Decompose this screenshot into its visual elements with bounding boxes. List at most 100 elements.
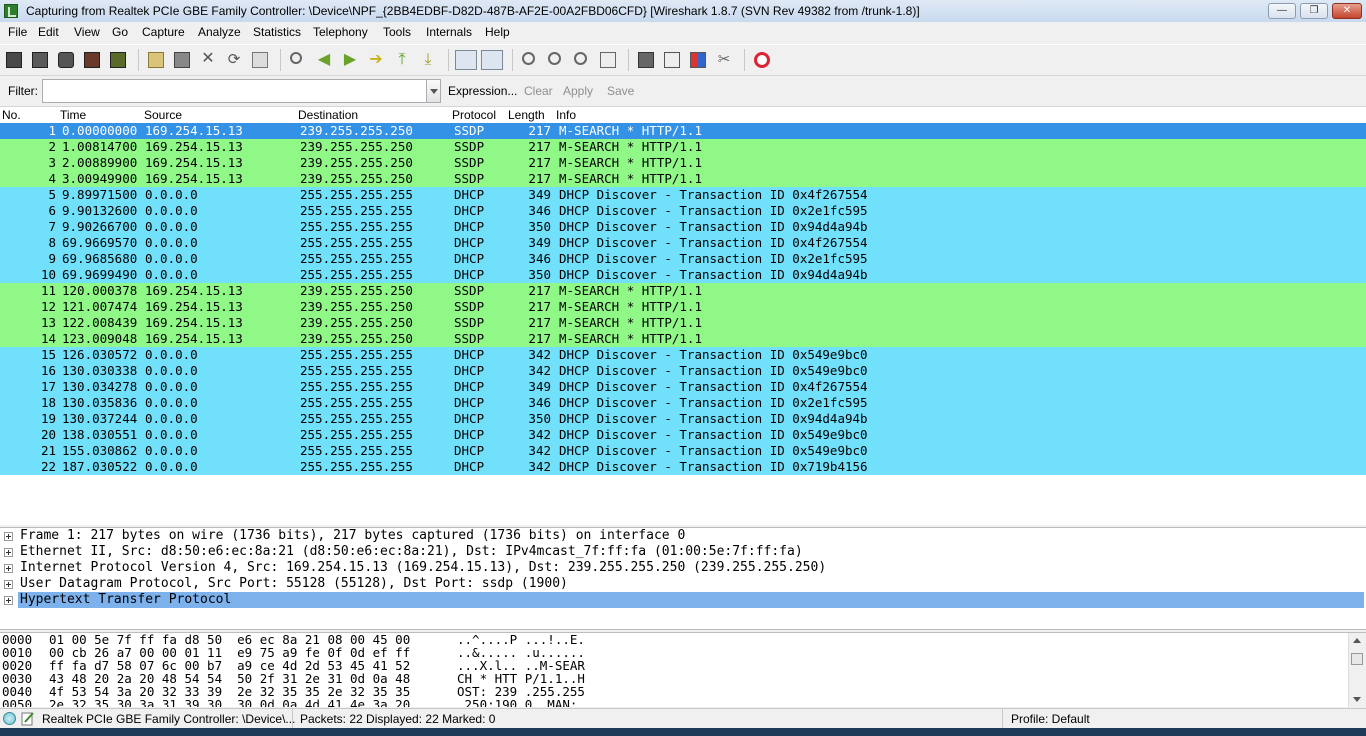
packet-row[interactable]: 21 155.030862 0.0.0.0 255.255.255.255 DHCP 34… <box>0 443 1366 459</box>
detail-tree-item[interactable]: Ethernet II, Src: d8:50:e6:ec:8a:21 (d8:… <box>0 544 1366 560</box>
clear-button[interactable]: Clear <box>524 84 553 98</box>
interfaces-icon[interactable] <box>6 52 22 68</box>
expand-plus-icon[interactable] <box>4 564 13 573</box>
menu-statistics[interactable]: Statistics <box>253 25 301 39</box>
packet-details-pane[interactable]: Frame 1: 217 bytes on wire (1736 bits), … <box>0 527 1366 630</box>
packet-row[interactable]: 18 130.035836 0.0.0.0 255.255.255.255 DHCP 34… <box>0 395 1366 411</box>
stop-capture-icon[interactable] <box>84 52 100 68</box>
bytes-row[interactable]: 0050 2e 32 35 30 3a 31 39 30 30 0d 0a 4d … <box>0 698 1366 707</box>
packet-list-pane[interactable]: No. Time Source Destination Protocol Len… <box>0 107 1366 525</box>
column-header-source[interactable]: Source <box>144 108 182 122</box>
packet-row[interactable]: 13 122.008439 169.254.15.13 239.255.255.250… <box>0 315 1366 331</box>
scroll-down-icon[interactable] <box>1353 697 1361 702</box>
go-back-icon[interactable]: ◀ <box>316 52 332 68</box>
colorize-icon[interactable] <box>455 50 477 70</box>
packet-row[interactable]: 14 123.009048 169.254.15.13 239.255.255.250… <box>0 331 1366 347</box>
expert-info-icon[interactable] <box>3 712 16 725</box>
detail-tree-item[interactable]: Internet Protocol Version 4, Src: 169.25… <box>0 560 1366 576</box>
find-packet-icon[interactable] <box>290 52 302 64</box>
go-first-icon[interactable]: ⤒ <box>394 52 410 68</box>
go-last-icon[interactable]: ⤓ <box>420 52 436 68</box>
menu-view[interactable]: View <box>74 25 100 39</box>
menu-help[interactable]: Help <box>485 25 510 39</box>
detail-tree-label: Frame 1: 217 bytes on wire (1736 bits), … <box>20 528 686 543</box>
packet-row[interactable]: 17 130.034278 0.0.0.0 255.255.255.255 DHCP 34… <box>0 379 1366 395</box>
packet-row[interactable]: 5 9.89971500 0.0.0.0 255.255.255.255 DHCP 349… <box>0 187 1366 203</box>
detail-tree-item[interactable]: Frame 1: 217 bytes on wire (1736 bits), … <box>0 528 1366 544</box>
save-filter-button[interactable]: Save <box>607 84 634 98</box>
maximize-button[interactable]: ❐ <box>1300 3 1328 19</box>
go-to-packet-icon[interactable]: ➔ <box>368 52 384 68</box>
capture-options-icon[interactable] <box>32 52 48 68</box>
zoom-normal-icon[interactable] <box>574 52 587 65</box>
packet-row[interactable]: 19 130.037244 0.0.0.0 255.255.255.255 DHCP 35… <box>0 411 1366 427</box>
auto-scroll-icon[interactable] <box>481 50 503 70</box>
filter-input[interactable] <box>42 79 427 103</box>
packet-row[interactable]: 12 121.007474 169.254.15.13 239.255.255.250… <box>0 299 1366 315</box>
print-icon[interactable] <box>252 52 268 68</box>
coloring-rules-icon[interactable] <box>690 52 706 68</box>
filter-history-dropdown[interactable] <box>426 79 441 103</box>
packet-row[interactable]: 9 69.9685680 0.0.0.0 255.255.255.255 DHCP 346… <box>0 251 1366 267</box>
close-button[interactable]: ✕ <box>1332 3 1362 19</box>
preferences-icon[interactable]: ✂ <box>716 52 732 68</box>
packet-row[interactable]: 6 9.90132600 0.0.0.0 255.255.255.255 DHCP 346… <box>0 203 1366 219</box>
packet-row[interactable]: 20 138.030551 0.0.0.0 255.255.255.255 DHCP 34… <box>0 427 1366 443</box>
expand-plus-icon[interactable] <box>4 532 13 541</box>
menu-telephony[interactable]: Telephony <box>313 25 368 39</box>
packet-bytes-pane[interactable]: 0000 01 00 5e 7f ff fa d8 50 e6 ec 8a 21 … <box>0 632 1366 707</box>
column-header-length[interactable]: Length <box>508 108 545 122</box>
detail-tree-item[interactable]: User Datagram Protocol, Src Port: 55128 … <box>0 576 1366 592</box>
packet-row[interactable]: 3 2.00889900 169.254.15.13 239.255.255.250 S… <box>0 155 1366 171</box>
packet-row[interactable]: 4 3.00949900 169.254.15.13 239.255.255.250 S… <box>0 171 1366 187</box>
packet-row[interactable]: 22 187.030522 0.0.0.0 255.255.255.255 DHCP 34… <box>0 459 1366 475</box>
apply-button[interactable]: Apply <box>563 84 593 98</box>
display-filters-icon[interactable] <box>664 52 680 68</box>
close-file-icon[interactable]: ✕ <box>200 51 216 68</box>
expand-plus-icon[interactable] <box>4 596 13 605</box>
zoom-out-icon[interactable] <box>548 52 561 65</box>
menu-capture[interactable]: Capture <box>142 25 185 39</box>
column-header-protocol[interactable]: Protocol <box>452 108 496 122</box>
start-capture-icon[interactable] <box>58 52 74 68</box>
packet-row[interactable]: 16 130.030338 0.0.0.0 255.255.255.255 DHCP 34… <box>0 363 1366 379</box>
packet-row[interactable]: 1 0.00000000 169.254.15.13 239.255.255.250 S… <box>0 123 1366 139</box>
column-header-time[interactable]: Time <box>60 108 86 122</box>
resize-columns-icon[interactable] <box>600 52 616 68</box>
expand-plus-icon[interactable] <box>4 548 13 557</box>
minimize-button[interactable]: — <box>1268 3 1296 19</box>
menu-go[interactable]: Go <box>112 25 128 39</box>
packet-row[interactable]: 15 126.030572 0.0.0.0 255.255.255.255 DHCP 34… <box>0 347 1366 363</box>
menu-edit[interactable]: Edit <box>38 25 59 39</box>
packet-row[interactable]: 11 120.000378 169.254.15.13 239.255.255.250… <box>0 283 1366 299</box>
scroll-up-icon[interactable] <box>1353 638 1361 643</box>
scroll-thumb[interactable] <box>1351 653 1363 665</box>
packet-row[interactable]: 2 1.00814700 169.254.15.13 239.255.255.250 S… <box>0 139 1366 155</box>
cell-time: 69.9669570 <box>62 235 138 250</box>
help-icon[interactable] <box>754 52 770 68</box>
menu-tools[interactable]: Tools <box>383 25 411 39</box>
save-file-icon[interactable] <box>174 52 190 68</box>
zoom-in-icon[interactable] <box>522 52 535 65</box>
column-header-info[interactable]: Info <box>556 108 576 122</box>
restart-capture-icon[interactable] <box>110 52 126 68</box>
packet-row[interactable]: 7 9.90266700 0.0.0.0 255.255.255.255 DHCP 350… <box>0 219 1366 235</box>
go-forward-icon[interactable]: ▶ <box>342 52 358 68</box>
expression-button[interactable]: Expression... <box>448 84 517 98</box>
packet-row[interactable]: 8 69.9669570 0.0.0.0 255.255.255.255 DHCP 349… <box>0 235 1366 251</box>
reload-icon[interactable]: ⟳ <box>226 52 242 68</box>
detail-tree-item[interactable]: Hypertext Transfer Protocol <box>0 592 1366 608</box>
bytes-scrollbar[interactable] <box>1348 633 1366 707</box>
cell-no: 20 <box>40 427 56 442</box>
open-file-icon[interactable] <box>148 52 164 68</box>
menu-analyze[interactable]: Analyze <box>198 25 241 39</box>
expand-plus-icon[interactable] <box>4 580 13 589</box>
status-profile[interactable]: Profile: Default <box>1008 709 1364 729</box>
capture-filters-icon[interactable] <box>638 52 654 68</box>
packet-row[interactable]: 10 69.9699490 0.0.0.0 255.255.255.255 DHCP 35… <box>0 267 1366 283</box>
menu-internals[interactable]: Internals <box>426 25 472 39</box>
column-header-no[interactable]: No. <box>2 108 21 122</box>
menu-file[interactable]: File <box>8 25 27 39</box>
column-header-destination[interactable]: Destination <box>298 108 358 122</box>
capture-comment-icon[interactable] <box>21 711 35 726</box>
